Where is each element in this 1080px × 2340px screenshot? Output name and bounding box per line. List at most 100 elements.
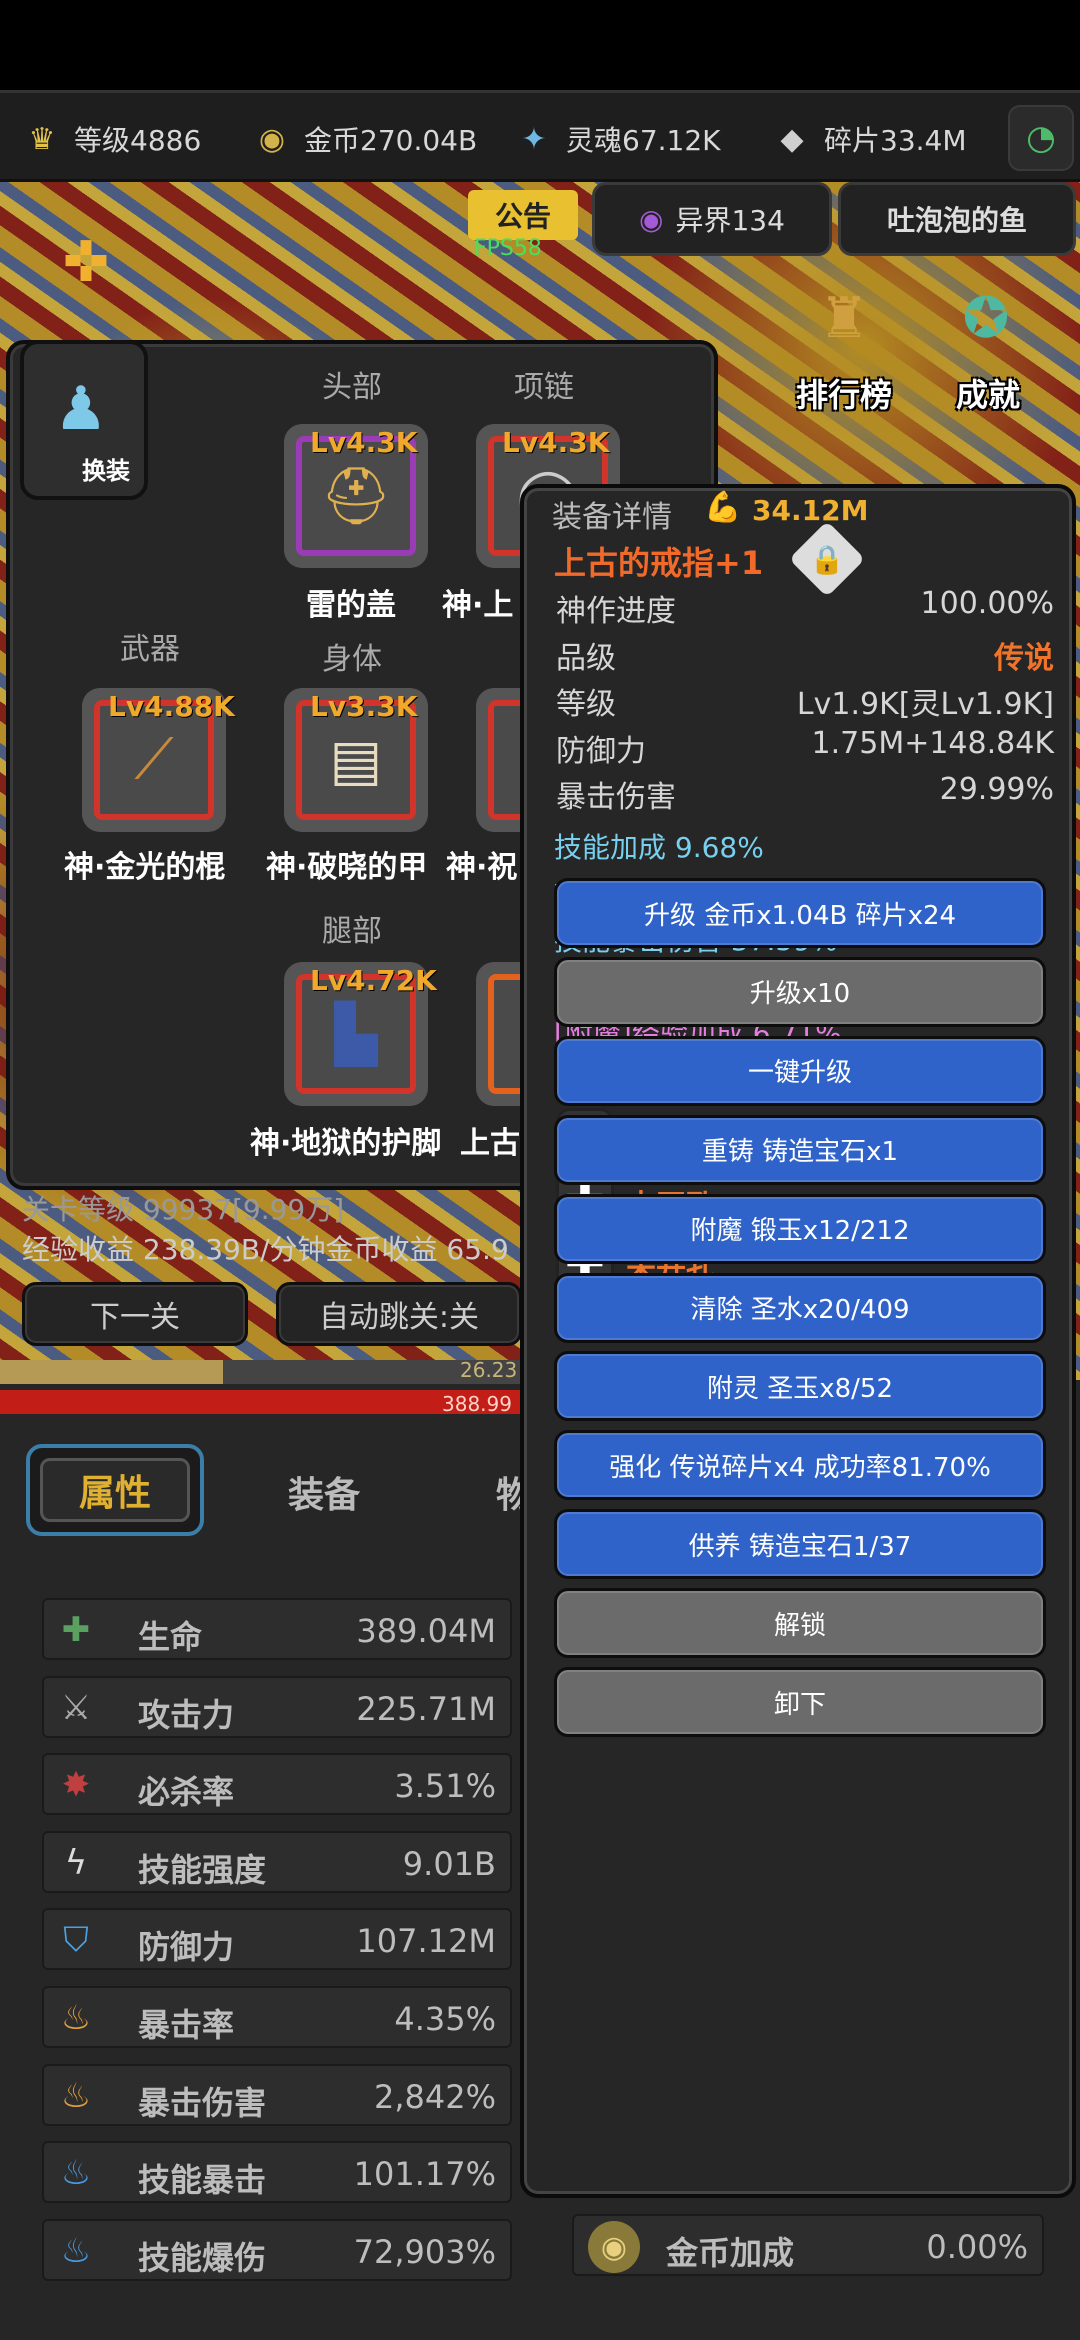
detail-stat-key: 防御力 bbox=[556, 733, 646, 769]
slot-label-necklace: 项链 bbox=[514, 370, 574, 405]
resource-fragment: ◆ 碎片33.4M bbox=[770, 93, 966, 185]
item-name-legs: 神·地狱的护脚 bbox=[250, 1126, 442, 1161]
equip-slot-body[interactable]: ▤ Lv3.3K bbox=[284, 688, 428, 832]
gold-bonus-row: ◉ 金币加成 0.00% bbox=[572, 2214, 1044, 2276]
reforge-button[interactable]: 重铸 铸造宝石x1 bbox=[554, 1114, 1046, 1185]
ranking-label[interactable]: 排行榜 bbox=[796, 370, 892, 416]
equip-slot-weapon[interactable]: ⟋ Lv4.88K bbox=[82, 688, 235, 832]
attribute-name: 防御力 bbox=[138, 1928, 235, 1967]
life-icon: ✚ bbox=[61, 1610, 91, 1650]
attribute-row: ✚ 生命 389.04M bbox=[42, 1598, 512, 1660]
attribute-value: 107.12M bbox=[356, 1922, 496, 1961]
attribute-name: 暴击伤害 bbox=[138, 2083, 267, 2122]
slot-label-weapon: 武器 bbox=[120, 632, 180, 667]
attribute-value: 3.51% bbox=[394, 1767, 496, 1806]
slot-label-head: 头部 bbox=[322, 370, 382, 405]
slot-level: Lv4.3K bbox=[502, 426, 610, 459]
one-click-upgrade-button[interactable]: 一键升级 bbox=[554, 1035, 1046, 1106]
achievements-label[interactable]: 成就 bbox=[956, 370, 1020, 416]
portal-icon: ◉ bbox=[639, 202, 664, 236]
attribute-value: 9.01B bbox=[402, 1844, 496, 1883]
change-outfit-button[interactable]: ♟ 换装 bbox=[20, 340, 148, 500]
armor-icon: ▤ bbox=[329, 727, 383, 793]
unequip-button[interactable]: 卸下 bbox=[554, 1667, 1046, 1737]
attribute-value: 4.35% bbox=[394, 2000, 496, 2038]
hp-progress-text: 388.99 bbox=[442, 1392, 512, 1416]
resource-gold: ◉ 金币270.04B bbox=[250, 93, 477, 185]
otherworld-label: 异界134 bbox=[675, 204, 785, 237]
detail-stat-row: 防御力 1.75M+148.84K bbox=[556, 726, 1054, 772]
attribute-row: ♨ 技能暴击 101.17% bbox=[42, 2141, 512, 2204]
staff-icon: ⟋ bbox=[134, 727, 174, 792]
detail-stat-row: 神作进度 100.00% bbox=[556, 586, 1054, 632]
detail-power: 34.12M bbox=[752, 494, 869, 527]
blue-flame-icon: ♨ bbox=[60, 2230, 92, 2271]
detail-stat-value: 传说 bbox=[994, 640, 1054, 676]
clear-button[interactable]: 清除 圣水x20/409 bbox=[554, 1272, 1046, 1343]
next-stage-button[interactable]: 下一关 bbox=[22, 1282, 248, 1346]
slot-level: Lv3.3K bbox=[310, 690, 418, 723]
bonus-stat: 技能加成 9.68% bbox=[554, 831, 764, 864]
upgrade-button[interactable]: 升级 金币x1.04B 碎片x24 bbox=[554, 878, 1046, 948]
upgrade-x10-button[interactable]: 升级x10 bbox=[554, 956, 1046, 1027]
item-name-body: 神·破晓的甲 bbox=[266, 850, 428, 885]
equip-slot-head[interactable]: ⛑ Lv4.3K bbox=[284, 424, 428, 568]
enchant-button[interactable]: 附魔 锻玉x12/212 bbox=[554, 1193, 1046, 1264]
otherworld-button[interactable]: ◉ 异界134 bbox=[592, 182, 832, 256]
person-icon: ♟ bbox=[54, 374, 108, 444]
offer-button[interactable]: 供养 铸造宝石1/37 bbox=[554, 1509, 1046, 1580]
attribute-value: 72,903% bbox=[353, 2232, 496, 2271]
attribute-value: 2,842% bbox=[373, 2077, 496, 2116]
detail-stat-key: 神作进度 bbox=[556, 594, 676, 629]
exp-progress-fill bbox=[0, 1360, 223, 1384]
equip-slot-legs[interactable]: ▙ Lv4.72K bbox=[284, 962, 437, 1106]
attribute-value: 389.04M bbox=[356, 1612, 496, 1650]
notice-button[interactable]: 公告 bbox=[468, 190, 578, 240]
helmet-icon: ⛑ bbox=[320, 464, 392, 529]
attach-spirit-button[interactable]: 附灵 圣玉x8/52 bbox=[554, 1351, 1046, 1422]
gold-bonus-label: 金币加成 bbox=[666, 2234, 795, 2272]
attribute-row: ϟ 技能强度 9.01B bbox=[42, 1830, 512, 1893]
resource-gold-label: 金币270.04B bbox=[304, 124, 478, 157]
trophy-icon[interactable]: ♜ bbox=[802, 276, 886, 360]
enhance-button[interactable]: 强化 传说碎片x4 成功率81.70% bbox=[554, 1430, 1046, 1501]
attribute-row: ♨ 技能爆伤 72,903% bbox=[42, 2218, 512, 2281]
detail-stat-value: 100.00% bbox=[920, 586, 1054, 621]
fps-counter: FPS58 bbox=[474, 236, 542, 261]
unlock-button[interactable]: 解锁 bbox=[554, 1588, 1046, 1659]
item-name-weapon: 神·金光的棍 bbox=[64, 850, 226, 885]
item-name-head: 雷的盖 bbox=[306, 588, 396, 623]
shield-icon: ⛉ bbox=[63, 1920, 89, 1961]
resource-soul: ✦ 灵魂67.12K bbox=[512, 93, 720, 185]
tab-attributes[interactable]: 属性 bbox=[26, 1444, 204, 1536]
attribute-name: 生命 bbox=[138, 1618, 203, 1656]
change-outfit-label: 换装 bbox=[82, 457, 130, 485]
item-name-necklace: 神·上 bbox=[442, 588, 514, 623]
stage-level-line: 关卡等级 99937[9.99万] bbox=[22, 1193, 345, 1226]
detail-stat-value: Lv1.9K[灵Lv1.9K] bbox=[796, 687, 1054, 722]
sword-icon: ⚔ bbox=[60, 1687, 92, 1728]
attribute-row: ⛉ 防御力 107.12M bbox=[42, 1908, 512, 1971]
power-icon: 💪 bbox=[704, 490, 742, 525]
attribute-row: ✸ 必杀率 3.51% bbox=[42, 1753, 512, 1816]
slot-level: Lv4.3K bbox=[310, 426, 418, 459]
auto-skip-toggle[interactable]: 自动跳关:关 bbox=[276, 1282, 522, 1346]
map-marker-icon: ✜ bbox=[62, 229, 110, 295]
income-line: 经验收益 238.39B/分钟金币收益 65.9 bbox=[22, 1233, 509, 1266]
attribute-name: 技能暴击 bbox=[138, 2161, 267, 2200]
detail-stat-key: 等级 bbox=[556, 687, 616, 722]
attribute-name: 攻击力 bbox=[138, 1695, 235, 1734]
detail-stat-key: 品级 bbox=[556, 640, 616, 676]
tab-attributes-label: 属性 bbox=[40, 1458, 190, 1522]
attribute-name: 必杀率 bbox=[138, 1773, 235, 1812]
detail-stat-value: 29.99% bbox=[939, 772, 1054, 807]
slot-label-body: 身体 bbox=[322, 642, 382, 677]
flame-icon: ♨ bbox=[60, 2075, 92, 2116]
tab-equipment[interactable]: 装备 bbox=[288, 1466, 360, 1518]
attribute-name: 技能爆伤 bbox=[138, 2238, 267, 2277]
detail-title: 装备详情 bbox=[552, 500, 672, 535]
signal-icon[interactable]: ◔ bbox=[1008, 105, 1074, 171]
guild-name-button[interactable]: 吐泡泡的鱼 bbox=[838, 182, 1076, 256]
attribute-value: 225.71M bbox=[356, 1689, 496, 1728]
star-badge-icon[interactable]: ✪ bbox=[944, 276, 1028, 360]
